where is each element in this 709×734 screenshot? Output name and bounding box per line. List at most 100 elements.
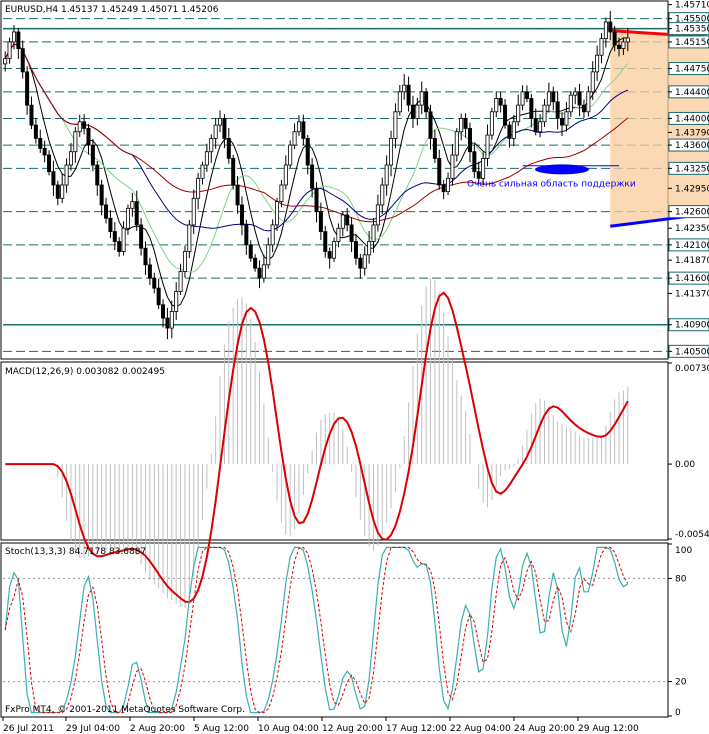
candle-body [573, 91, 578, 96]
candle-body [90, 144, 95, 166]
macd-tick-label: 0.00 [675, 460, 695, 470]
candle-body [612, 31, 617, 46]
candle-body [86, 128, 91, 146]
time-tick-label: 24 Aug 20:00 [514, 724, 575, 734]
candle-body [459, 118, 464, 133]
candle-body [599, 38, 604, 56]
candle-body [169, 311, 174, 329]
candle-body [7, 41, 12, 59]
price-tick-label: 1.43250 [675, 164, 709, 174]
candle-body [191, 197, 196, 226]
candle-body [577, 91, 582, 106]
candle-body [33, 124, 38, 139]
candle-body [283, 164, 288, 186]
candle-body [288, 144, 293, 166]
price-tick-label: 1.41600 [675, 274, 709, 284]
candle-body [174, 291, 179, 312]
candle-body [310, 164, 315, 189]
candle-body [25, 71, 30, 106]
time-tick-label: 17 Aug 12:00 [386, 724, 447, 734]
candle-body [125, 207, 130, 229]
candle-body [275, 201, 280, 226]
candle-body [64, 164, 69, 186]
candle-body [349, 224, 354, 242]
candle-body [625, 37, 630, 43]
candle-body [20, 48, 25, 73]
candle-body [152, 277, 157, 289]
candle-body [524, 91, 529, 99]
candle-body [156, 287, 161, 306]
candle-body [555, 101, 560, 119]
candle-body [38, 138, 43, 149]
candle-body [51, 171, 56, 186]
candle-body [73, 131, 78, 153]
candle-body [529, 98, 534, 119]
price-panel-title: EURUSD,H4 1.45137 1.45249 1.45071 1.4520… [5, 5, 219, 15]
price-tick-label: 1.45350 [675, 25, 709, 35]
candle-body [117, 241, 122, 252]
candle-body [292, 131, 297, 146]
candle-body [353, 241, 358, 259]
candle-body [261, 264, 266, 279]
candle-body [165, 317, 170, 329]
candle-body [332, 241, 337, 259]
candle-body [393, 111, 398, 139]
candle-body [560, 118, 565, 126]
candle-body [507, 124, 512, 139]
candle-body [590, 71, 595, 93]
candle-body [196, 177, 201, 199]
candle-body [362, 254, 367, 269]
price-tick-label: 1.42350 [675, 224, 709, 234]
candle-body [147, 264, 152, 279]
candle-body [121, 227, 126, 252]
candle-body [270, 224, 275, 246]
time-tick-label: 12 Aug 20:00 [322, 724, 383, 734]
candle-body [608, 21, 613, 33]
stoch-tick-label: 20 [675, 678, 687, 688]
candle-body [419, 91, 424, 106]
candle-body [336, 227, 341, 242]
candle-body [463, 118, 468, 129]
candle-body [498, 98, 503, 106]
candle-body [77, 121, 82, 133]
candle-body [568, 94, 573, 113]
candle-body [410, 104, 415, 119]
footer-copyright: FxPro MT4, © 2001-2011 MetaQuotes Softwa… [5, 705, 245, 715]
price-tick-label: 1.40900 [675, 321, 709, 331]
candle-body [397, 91, 402, 113]
candle-body [187, 224, 192, 252]
candle-body [511, 121, 516, 139]
candle-body [143, 247, 148, 266]
stoch-tick-label: 0 [675, 708, 681, 718]
candle-body [29, 104, 34, 126]
candle-body [441, 184, 446, 193]
candle-body [476, 171, 481, 179]
candle-body [595, 54, 600, 73]
candle-body [139, 224, 144, 249]
price-tick-label: 1.45710 [675, 1, 709, 11]
candle-body [323, 231, 328, 252]
price-tick-label: 1.41870 [675, 256, 709, 266]
candle-body [178, 271, 183, 292]
candle-body [305, 138, 310, 166]
candle-body [358, 257, 363, 269]
candle-body [130, 201, 135, 209]
candle-body [244, 224, 249, 246]
candle-body [437, 157, 442, 186]
candle-body [489, 111, 494, 136]
candle-body [279, 184, 284, 203]
candle-body [481, 157, 486, 179]
candle-body [617, 44, 622, 49]
candle-body [345, 214, 350, 226]
candle-body [586, 91, 591, 113]
candle-body [564, 111, 569, 126]
time-tick-label: 26 Jul 2011 [3, 724, 54, 734]
candle-body [494, 98, 499, 113]
candle-body [406, 84, 411, 106]
candle-body [108, 217, 113, 232]
candle-body [55, 184, 60, 199]
candle-body [134, 201, 139, 226]
candle-body [375, 204, 380, 226]
candle-body [454, 131, 459, 156]
candle-body [450, 154, 455, 179]
